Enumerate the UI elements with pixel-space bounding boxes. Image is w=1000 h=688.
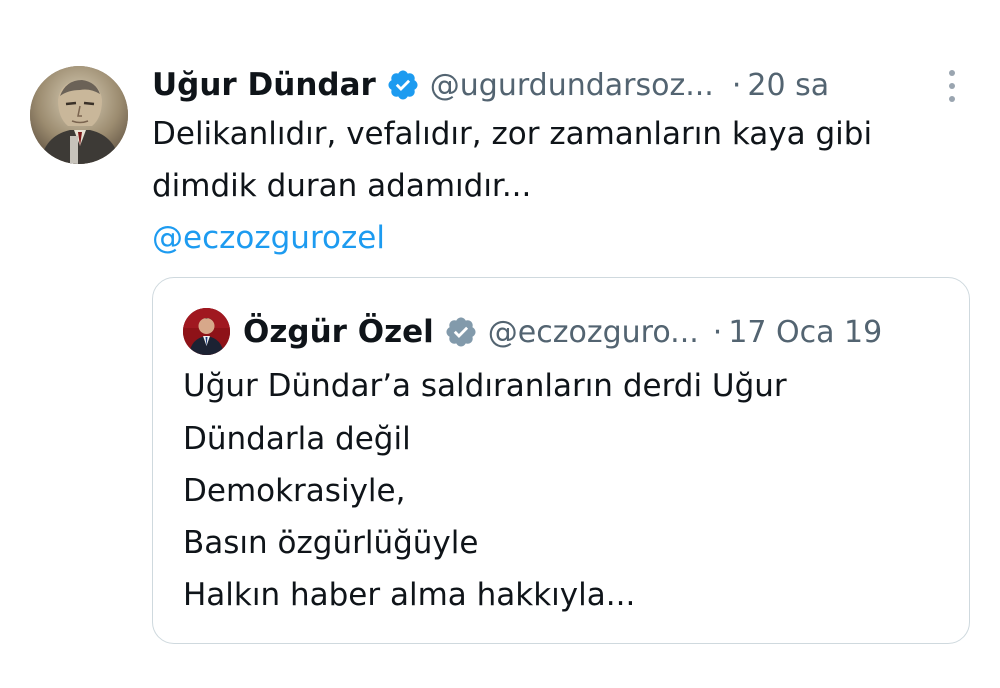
verified-badge-icon[interactable] xyxy=(386,68,420,102)
mention-link[interactable]: @eczozgurozel xyxy=(152,220,385,256)
more-dot xyxy=(949,83,955,89)
tweet: Uğur Dündar @ugurdundarsoz... · 20 sa De… xyxy=(0,0,1000,688)
tweet-text-line: Delikanlıdır, vefalıdır, zor zamanların … xyxy=(152,116,873,152)
tweet-header: Uğur Dündar @ugurdundarsoz... · 20 sa xyxy=(152,60,829,110)
author-handle[interactable]: @ugurdundarsoz... xyxy=(430,68,714,103)
quoted-author-name[interactable]: Özgür Özel xyxy=(243,314,434,350)
quoted-tweet-timestamp[interactable]: 17 Oca 19 xyxy=(728,315,882,350)
more-vertical-icon[interactable] xyxy=(940,68,964,104)
quoted-tweet-text-line: Basın özgürlüğüyle xyxy=(183,525,479,561)
quoted-tweet-text-line: Uğur Dündar’a saldıranların derdi Uğur xyxy=(183,368,787,404)
quoted-tweet-card[interactable]: Özgür Özel @eczozguro... · 17 Oca 19 Uğu… xyxy=(152,277,970,644)
quoted-author-avatar[interactable] xyxy=(183,308,230,355)
tweet-text-line: dimdik duran adamıdır... xyxy=(152,168,532,204)
gray-verified-badge-icon[interactable] xyxy=(444,315,478,349)
more-dot xyxy=(949,70,955,76)
quoted-tweet-text-line: Dündarla değil xyxy=(183,421,411,457)
separator-dot: · xyxy=(712,314,723,350)
author-name[interactable]: Uğur Dündar xyxy=(152,67,376,103)
author-avatar[interactable] xyxy=(30,66,128,164)
tweet-timestamp[interactable]: 20 sa xyxy=(747,68,829,103)
quoted-tweet-text-line: Demokrasiyle, xyxy=(183,473,406,509)
more-dot xyxy=(949,96,955,102)
separator-dot: · xyxy=(731,67,742,103)
author-avatar-image xyxy=(30,66,128,164)
quoted-author-handle[interactable]: @eczozguro... xyxy=(488,315,699,350)
quoted-author-avatar-image xyxy=(183,308,230,355)
quoted-tweet-text-line: Halkın haber alma hakkıyla... xyxy=(183,577,636,613)
quoted-tweet-header: Özgür Özel @eczozguro... · 17 Oca 19 xyxy=(243,308,882,356)
